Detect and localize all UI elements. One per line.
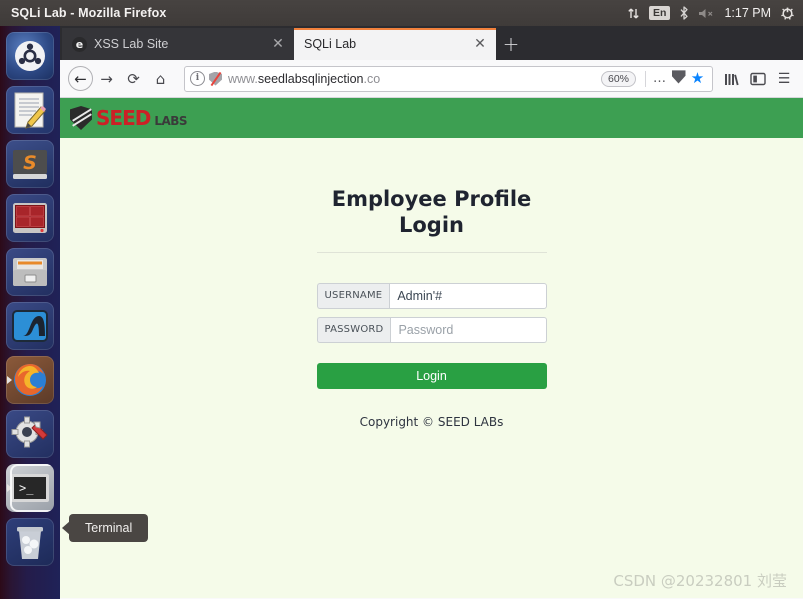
url-separator (645, 70, 646, 87)
launcher-item-system-settings[interactable] (6, 410, 54, 458)
tab-sqli-lab[interactable]: SQLi Lab ✕ (294, 28, 496, 60)
copyright-text: Copyright © SEED LABs (359, 414, 504, 429)
network-up-down-icon[interactable] (627, 7, 640, 20)
login-button[interactable]: Login (316, 362, 547, 389)
tab-label: SQLi Lab (304, 37, 357, 51)
svg-text:>_: >_ (19, 481, 34, 495)
navigation-toolbar: ← → ⟳ ⌂ i www.seedlabsqlinjection.co 60%… (60, 60, 803, 98)
bluetooth-icon[interactable] (679, 6, 689, 20)
url-domain: seedlabsqlinjection (257, 71, 364, 86)
terminal-icon: >_ (11, 474, 49, 502)
back-button[interactable]: ← (68, 66, 93, 91)
menu-icon[interactable]: ☰ (771, 65, 797, 92)
clock[interactable]: 1:17 PM (724, 6, 771, 20)
watermark: CSDN @20232801 刘莹 (613, 572, 787, 590)
tab-xss-lab-site[interactable]: e XSS Lab Site ✕ (62, 28, 294, 60)
brand-seed-text: SEED (96, 106, 151, 130)
username-label: USERNAME (316, 282, 390, 309)
sidebar-icon[interactable] (745, 65, 771, 92)
launcher-item-firefox[interactable] (6, 356, 54, 404)
launcher-item-files[interactable] (6, 248, 54, 296)
running-indicator (7, 376, 12, 384)
tooltip-label: Terminal (69, 514, 149, 542)
url-prefix: www. (228, 71, 258, 86)
page-actions-icon[interactable]: … (650, 71, 669, 86)
seed-labs-logo: SEED LABS (70, 106, 188, 130)
identity-box[interactable]: i (190, 71, 222, 86)
unity-launcher: S >_ (0, 26, 60, 599)
power-gear-icon[interactable] (780, 6, 795, 21)
password-label: PASSWORD (316, 316, 391, 343)
library-icon[interactable] (719, 65, 745, 92)
url-text[interactable]: www.seedlabsqlinjection.co (228, 72, 596, 86)
launcher-item-text-editor[interactable] (6, 86, 54, 134)
password-input[interactable] (390, 316, 547, 343)
launcher-item-wireshark[interactable] (6, 302, 54, 350)
ubuntu-top-panel: SQLi Lab - Mozilla Firefox En 1:17 PM (0, 0, 803, 26)
url-bar[interactable]: i www.seedlabsqlinjection.co 60% … ★ (184, 65, 713, 92)
shield-icon (70, 106, 92, 130)
new-tab-button[interactable]: + (496, 28, 526, 60)
e-favicon: e (72, 36, 87, 52)
forward-button[interactable]: → (93, 65, 120, 92)
password-row: PASSWORD (316, 316, 547, 343)
page-title: Employee Profile Login (331, 187, 532, 238)
keyboard-layout-label: En (649, 6, 671, 20)
launcher-item-terminator[interactable] (6, 194, 54, 242)
launcher-item-sublime-text[interactable]: S (6, 140, 54, 188)
running-indicator (7, 484, 12, 492)
tracking-protection-disabled-icon[interactable] (209, 71, 222, 86)
launcher-item-trash[interactable] (6, 518, 54, 566)
brand-labs-text: LABS (154, 114, 188, 128)
close-icon[interactable]: ✕ (472, 37, 488, 51)
bookmark-star-icon[interactable]: ★ (688, 70, 707, 87)
home-button[interactable]: ⌂ (147, 65, 174, 92)
pocket-icon[interactable] (669, 70, 688, 88)
keyboard-layout-indicator[interactable]: En (649, 6, 671, 20)
reload-button[interactable]: ⟳ (120, 65, 147, 92)
page-info-icon[interactable]: i (190, 71, 205, 86)
tab-label: XSS Lab Site (94, 37, 169, 51)
username-input[interactable] (389, 282, 547, 309)
launcher-item-ubuntu-dash[interactable] (6, 32, 54, 80)
zoom-level-badge[interactable]: 60% (600, 70, 636, 87)
close-icon[interactable]: ✕ (270, 37, 286, 51)
title-divider (316, 251, 547, 253)
login-form-container: Employee Profile Login USERNAME PASSWORD… (316, 138, 547, 429)
system-tray: En 1:17 PM (627, 6, 795, 21)
web-page-content: SEED LABS Employee Profile Login USERNAM… (60, 98, 803, 598)
launcher-tooltip: Terminal (62, 514, 149, 542)
volume-muted-icon[interactable] (698, 7, 715, 20)
window-title: SQLi Lab - Mozilla Firefox (11, 6, 167, 20)
launcher-item-terminal[interactable]: >_ (6, 464, 54, 512)
seed-labs-header: SEED LABS (60, 98, 803, 138)
firefox-window: e XSS Lab Site ✕ SQLi Lab ✕ + ← → ⟳ ⌂ i … (60, 26, 803, 599)
url-suffix: .co (363, 71, 381, 86)
username-row: USERNAME (316, 282, 547, 309)
tab-bar: e XSS Lab Site ✕ SQLi Lab ✕ + (60, 26, 803, 60)
